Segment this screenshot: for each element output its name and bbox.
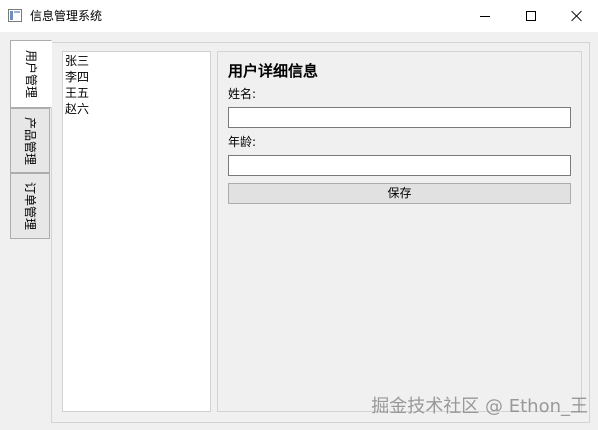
minimize-icon [480, 16, 490, 17]
name-label: 姓名: [228, 87, 257, 101]
minimize-button[interactable] [462, 0, 508, 32]
maximize-icon [526, 11, 536, 21]
app-window-icon [8, 9, 22, 22]
window-title: 信息管理系统 [30, 9, 103, 23]
list-item[interactable]: 张三 [65, 53, 208, 69]
user-list[interactable]: 张三 李四 王五 赵六 [62, 51, 211, 412]
age-field[interactable] [228, 155, 571, 176]
save-button[interactable]: 保存 [228, 183, 571, 204]
name-field[interactable] [228, 107, 571, 128]
close-icon [571, 10, 583, 22]
list-item[interactable]: 李四 [65, 69, 208, 85]
close-button[interactable] [554, 0, 598, 32]
title-bar[interactable]: 信息管理系统 [0, 0, 598, 32]
watermark-text: 掘金技术社区 @ Ethon_王 [371, 396, 588, 417]
tab-order-management[interactable]: 订单管理 [10, 173, 50, 239]
tab-label-product-management: 产品管理 [23, 116, 37, 165]
age-label: 年龄: [228, 135, 257, 149]
tab-bar: 用户管理 产品管理 订单管理 [10, 40, 52, 240]
tab-user-management[interactable]: 用户管理 [10, 40, 52, 108]
maximize-button[interactable] [508, 0, 554, 32]
tab-product-management[interactable]: 产品管理 [10, 108, 50, 173]
tab-label-order-management: 订单管理 [23, 181, 37, 231]
user-detail-panel [217, 51, 582, 412]
tab-label-user-management: 用户管理 [24, 49, 38, 99]
detail-title: 用户详细信息 [228, 62, 319, 80]
list-item[interactable]: 赵六 [65, 101, 208, 117]
list-item[interactable]: 王五 [65, 85, 208, 101]
